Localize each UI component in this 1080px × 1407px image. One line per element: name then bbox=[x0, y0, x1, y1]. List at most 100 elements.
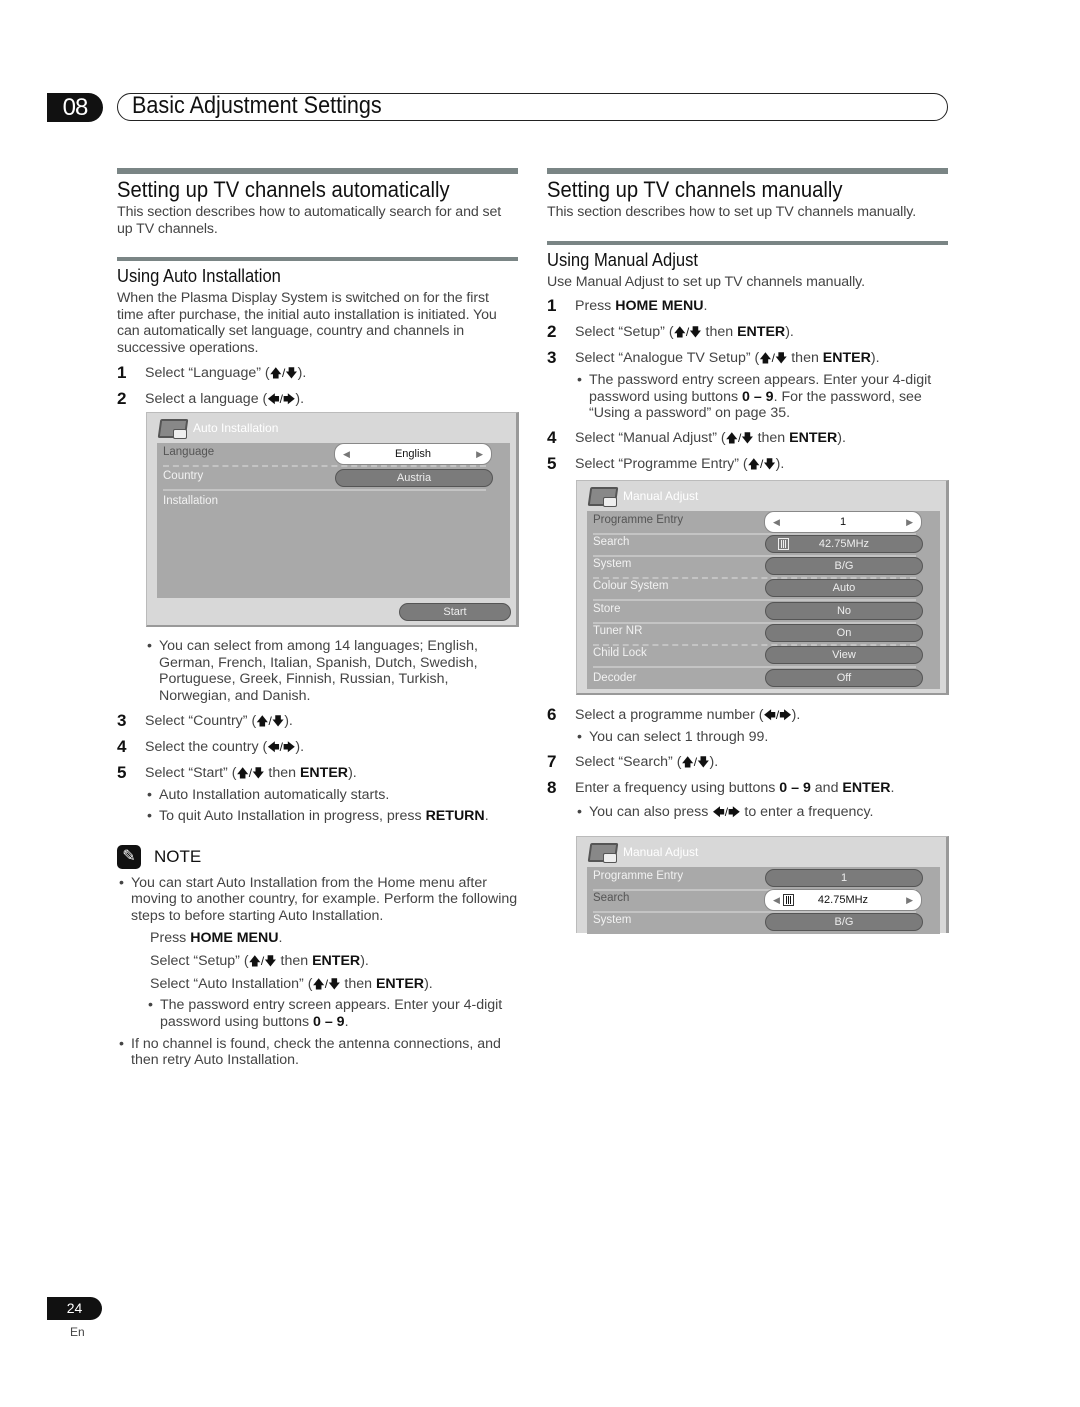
osd-row-system[interactable]: System B/G bbox=[593, 555, 923, 579]
up-down-arrow-icon: 🡅/🡇 bbox=[681, 754, 710, 769]
search-value[interactable]: 42.75MHz bbox=[765, 535, 923, 553]
search-frequency-selector[interactable]: ◀ 42.75MHz ▶ bbox=[765, 890, 921, 910]
left-arrow-icon[interactable]: ◀ bbox=[343, 446, 350, 462]
subsection-divider bbox=[547, 240, 948, 245]
step-6: 6 Select a programme number (🡄/🡆). bbox=[547, 705, 801, 724]
step-1: 1 Select “Language” (🡅/🡇). bbox=[117, 362, 307, 382]
range-bullet: You can select 1 through 99. bbox=[575, 729, 948, 746]
osd-row-programme-entry[interactable]: Programme Entry 1 bbox=[593, 867, 923, 891]
signal-meter-icon bbox=[778, 538, 789, 550]
left-arrow-icon[interactable]: ◀ bbox=[773, 514, 780, 530]
chapter-title: Basic Adjustment Settings bbox=[132, 92, 382, 119]
chapter-number: 08 bbox=[47, 93, 103, 122]
subsection-intro: Use Manual Adjust to set up TV channels … bbox=[547, 273, 865, 290]
page-language: En bbox=[70, 1325, 85, 1339]
right-column-continued: 6Select a programme number (🡄/🡆). You ca… bbox=[547, 705, 948, 821]
up-down-arrow-icon: 🡅/🡇 bbox=[725, 430, 754, 445]
left-right-arrow-icon: 🡄/🡆 bbox=[267, 391, 296, 406]
page-number: 24 bbox=[47, 1297, 102, 1320]
osd-row-country[interactable]: Country Austria bbox=[163, 467, 493, 491]
osd-body: Programme Entry 1 Search ◀ 42.75MHz ▶ Sy… bbox=[587, 867, 940, 934]
right-column: Setting up TV channels manually This sec… bbox=[547, 168, 948, 473]
languages-bullet: You can select from among 14 languages; … bbox=[145, 638, 518, 704]
step-3: 3 Select “Country” (🡅/🡇). bbox=[117, 711, 293, 731]
osd-title-bar: Auto Installation bbox=[157, 415, 278, 441]
tuner-nr-value[interactable]: On bbox=[765, 624, 923, 642]
step-2: 2 Select “Setup” (🡅/🡇 then ENTER). bbox=[547, 322, 794, 342]
section-divider bbox=[117, 168, 518, 174]
step-4: 4 Select the country (🡄/🡆). bbox=[117, 737, 305, 757]
osd-row-programme-entry[interactable]: Programme Entry ◀ 1 ▶ bbox=[593, 511, 921, 535]
step-5: 5 Select “Start” (🡅/🡇 then ENTER). bbox=[117, 763, 357, 783]
country-value[interactable]: Austria bbox=[335, 469, 493, 487]
note-substep-2: Select “Setup” (🡅/🡇 then ENTER). bbox=[150, 953, 369, 970]
left-right-arrow-icon: 🡄/🡆 bbox=[712, 804, 741, 819]
frequency-bullet: You can also press 🡄/🡆 to enter a freque… bbox=[575, 804, 948, 821]
language-selector[interactable]: ◀ English ▶ bbox=[335, 444, 491, 464]
osd-title: Manual Adjust bbox=[623, 489, 699, 503]
system-value[interactable]: B/G bbox=[765, 913, 923, 931]
osd-row-colour-system[interactable]: Colour System Auto bbox=[593, 577, 923, 601]
note-substep-1: Press HOME MENU. bbox=[150, 930, 283, 947]
osd-title: Manual Adjust bbox=[623, 845, 699, 859]
osd-row-child-lock[interactable]: Child Lock View bbox=[593, 644, 923, 668]
osd-body: Language ◀ English ▶ Country Austria Ins… bbox=[157, 443, 510, 598]
bullet-quit: To quit Auto Installation in progress, p… bbox=[145, 808, 518, 825]
bullet-auto-starts: Auto Installation automatically starts. bbox=[145, 787, 518, 804]
manual-adjust-screen-2: Manual Adjust Programme Entry 1 Search ◀… bbox=[576, 836, 949, 934]
up-down-arrow-icon: 🡅/🡇 bbox=[673, 325, 702, 340]
note-label: NOTE bbox=[154, 846, 202, 866]
tv-setup-icon bbox=[587, 841, 619, 863]
left-arrow-icon[interactable]: ◀ bbox=[773, 892, 780, 908]
programme-entry-value[interactable]: 1 bbox=[765, 869, 923, 887]
up-down-arrow-icon: 🡅/🡇 bbox=[236, 766, 265, 781]
up-down-arrow-icon: 🡅/🡇 bbox=[248, 954, 277, 969]
osd-row-installation: Installation bbox=[163, 495, 218, 507]
subsection-title-manual-adjust: Using Manual Adjust bbox=[547, 249, 698, 270]
child-lock-value[interactable]: View bbox=[765, 646, 923, 664]
decoder-value[interactable]: Off bbox=[765, 669, 923, 687]
osd-row-search[interactable]: Search 42.75MHz bbox=[593, 533, 923, 557]
section-divider bbox=[547, 168, 948, 174]
right-arrow-icon[interactable]: ▶ bbox=[906, 892, 913, 908]
osd-title-bar: Manual Adjust bbox=[587, 839, 698, 865]
osd-title-bar: Manual Adjust bbox=[587, 483, 698, 509]
osd-row-tuner-nr[interactable]: Tuner NR On bbox=[593, 622, 923, 646]
tv-setup-icon bbox=[157, 417, 189, 439]
step-1: 1 Press HOME MENU. bbox=[547, 296, 708, 316]
right-arrow-icon[interactable]: ▶ bbox=[476, 446, 483, 462]
section-title-auto: Setting up TV channels automatically bbox=[117, 177, 450, 202]
step-8: 8 Enter a frequency using buttons 0 – 9 a… bbox=[547, 777, 895, 797]
up-down-arrow-icon: 🡅/🡇 bbox=[747, 456, 776, 471]
right-arrow-icon[interactable]: ▶ bbox=[906, 514, 913, 530]
password-bullet: The password entry screen appears. Enter… bbox=[575, 372, 948, 422]
note-substep-3: Select “Auto Installation” (🡅/🡇 then ENT… bbox=[150, 976, 433, 993]
store-value[interactable]: No bbox=[765, 602, 923, 620]
left-right-arrow-icon: 🡄/🡆 bbox=[763, 708, 792, 722]
pencil-icon: ✎ bbox=[117, 844, 141, 869]
up-down-arrow-icon: 🡅/🡇 bbox=[256, 714, 285, 729]
osd-row-store[interactable]: Store No bbox=[593, 600, 923, 624]
section-intro: This section describes how to set up TV … bbox=[547, 204, 917, 220]
step-4: 4 Select “Manual Adjust” (🡅/🡇 then ENTER)… bbox=[547, 427, 846, 447]
manual-adjust-screen-1: Manual Adjust Programme Entry ◀ 1 ▶ Search… bbox=[576, 480, 949, 695]
chapter-title-box: Basic Adjustment Settings bbox=[117, 92, 948, 121]
osd-row-system[interactable]: System B/G bbox=[593, 911, 923, 933]
section-intro: This section describes how to automatica… bbox=[117, 204, 502, 237]
up-down-arrow-icon: 🡅/🡇 bbox=[269, 365, 298, 380]
step-3: 3 Select “Analogue TV Setup” (🡅/🡇 then EN… bbox=[547, 348, 880, 368]
step-5: 5 Select “Programme Entry” (🡅/🡇). bbox=[547, 453, 785, 473]
osd-row-language[interactable]: Language ◀ English ▶ bbox=[163, 443, 491, 467]
osd-row-decoder[interactable]: Decoder Off bbox=[593, 667, 923, 689]
system-value[interactable]: B/G bbox=[765, 557, 923, 575]
note-bullet-2: If no channel is found, check the antenn… bbox=[117, 1036, 518, 1069]
note-header: ✎ NOTE bbox=[117, 844, 518, 869]
section-title-manual: Setting up TV channels manually bbox=[547, 177, 843, 202]
subsection-title-auto-installation: Using Auto Installation bbox=[117, 266, 281, 287]
start-button[interactable]: Start bbox=[399, 603, 511, 621]
programme-entry-selector[interactable]: ◀ 1 ▶ bbox=[765, 512, 921, 532]
note-bullet-1: You can start Auto Installation from the… bbox=[117, 875, 518, 925]
osd-row-search[interactable]: Search ◀ 42.75MHz ▶ bbox=[593, 889, 921, 913]
colour-system-value[interactable]: Auto bbox=[765, 579, 923, 597]
left-right-arrow-icon: 🡄/🡆 bbox=[267, 740, 296, 755]
